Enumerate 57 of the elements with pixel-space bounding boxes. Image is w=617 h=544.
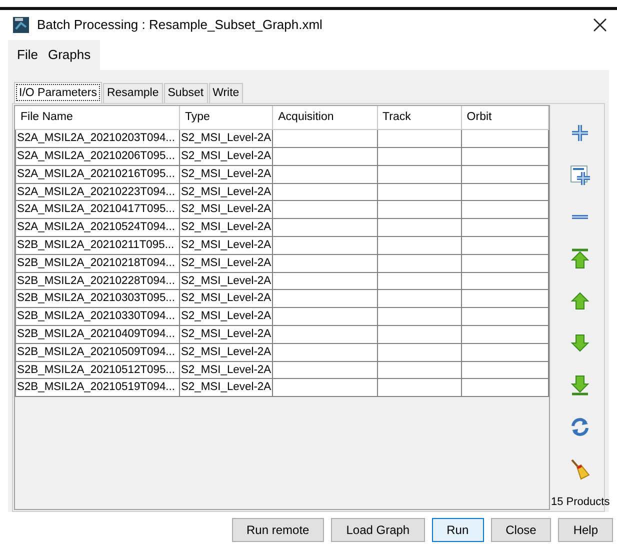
tab[interactable]: Write [208, 82, 244, 103]
menu-item[interactable]: Graphs [42, 43, 96, 66]
dialog-button[interactable]: Close [490, 518, 552, 542]
table-cell: S2_MSI_Level-2A [179, 218, 273, 237]
close-icon[interactable] [593, 18, 607, 32]
table-cell: S2B_MSIL2A_20210218T094... [16, 254, 180, 272]
window-title: Batch Processing : Resample_Subset_Graph.xml [37, 16, 324, 34]
broom-icon[interactable] [569, 458, 592, 480]
table-cell: S2B_MSIL2A_20210409T094... [16, 326, 180, 344]
dialog-button[interactable]: Run remote [232, 518, 324, 542]
table-cell: S2A_MSIL2A_20210203T094... [16, 130, 180, 148]
table-cell: S2B_MSIL2A_20210211T095... [16, 236, 180, 254]
table-cell: S2_MSI_Level-2A [179, 378, 273, 397]
table-cell: S2B_MSIL2A_20210509T094... [16, 343, 180, 362]
menu-item[interactable]: File [12, 43, 43, 66]
add-all-icon[interactable] [569, 164, 592, 186]
table-cell: S2_MSI_Level-2A [179, 290, 273, 308]
move-top-icon[interactable] [569, 248, 592, 270]
column-header[interactable]: Orbit [461, 106, 548, 130]
dialog-button[interactable]: Load Graph [331, 518, 425, 542]
refresh-icon[interactable] [569, 416, 592, 438]
table-cell: S2A_MSIL2A_20210417T095... [16, 200, 180, 219]
arrow-down-icon[interactable] [569, 332, 592, 354]
move-bottom-icon[interactable] [569, 374, 592, 396]
table-cell: S2B_MSIL2A_20210228T094... [16, 272, 180, 290]
table-cell: S2_MSI_Level-2A [179, 343, 273, 362]
table-cell: S2B_MSIL2A_20210330T094... [16, 308, 180, 326]
table-cell: S2_MSI_Level-2A [179, 272, 273, 290]
table-cell: S2_MSI_Level-2A [179, 326, 273, 344]
dialog-button[interactable]: Run [432, 518, 484, 542]
column-header[interactable]: Track [377, 106, 462, 130]
tab[interactable]: Resample [102, 82, 163, 103]
product-count: 15 Products [551, 494, 610, 510]
table-cell: S2_MSI_Level-2A [179, 200, 273, 219]
table-cell: S2_MSI_Level-2A [179, 308, 273, 326]
tab[interactable]: I/O Parameters [14, 82, 102, 103]
table-cell: S2A_MSIL2A_20210216T095... [16, 165, 180, 184]
app-icon [13, 17, 29, 33]
table-cell: S2_MSI_Level-2A [179, 130, 273, 148]
table-cell: S2_MSI_Level-2A [179, 148, 273, 166]
table-cell: S2A_MSIL2A_20210223T094... [16, 183, 180, 201]
arrow-up-icon[interactable] [569, 290, 592, 312]
table-cell: S2A_MSIL2A_20210206T095... [16, 148, 180, 166]
column-header[interactable]: Type [179, 106, 273, 130]
tab[interactable]: Subset [164, 82, 208, 103]
table-cell: S2B_MSIL2A_20210512T095... [16, 361, 180, 379]
table-cell: S2B_MSIL2A_20210519T094... [16, 378, 180, 397]
table-cell: S2_MSI_Level-2A [179, 183, 273, 201]
table-cell: S2_MSI_Level-2A [179, 236, 273, 254]
table-cell: S2B_MSIL2A_20210303T095... [16, 290, 180, 308]
table-cell: S2_MSI_Level-2A [179, 361, 273, 379]
table-cell: S2_MSI_Level-2A [179, 165, 273, 184]
table-cell: S2_MSI_Level-2A [179, 254, 273, 272]
table-cell: S2A_MSIL2A_20210524T094... [16, 218, 180, 237]
column-header[interactable]: File Name [16, 106, 180, 130]
column-header[interactable]: Acquisition [272, 106, 378, 130]
dialog-button[interactable]: Help [558, 518, 613, 542]
